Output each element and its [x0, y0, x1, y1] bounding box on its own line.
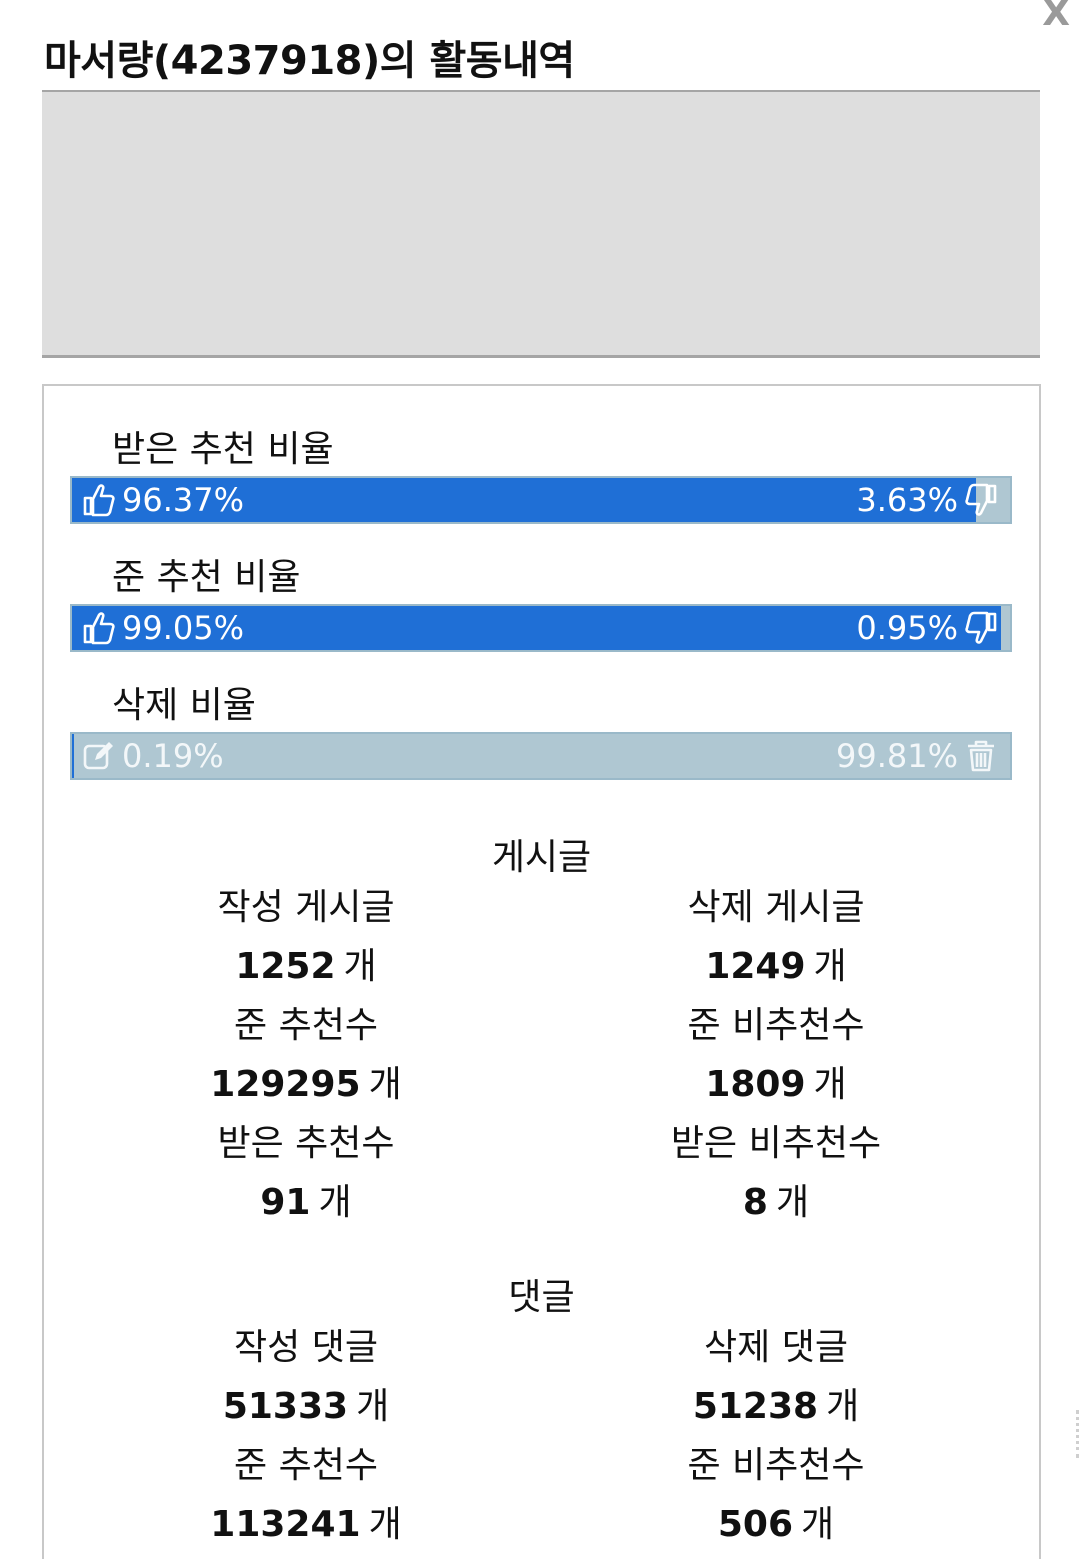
comments-section-title: 댓글	[508, 1277, 575, 1318]
delete-ratio-label: 삭제 비율	[112, 685, 256, 726]
received-recommend-ratio-label: 받은 추천 비율	[112, 429, 334, 470]
thumbs-up-icon	[82, 482, 116, 518]
edit-icon	[82, 738, 116, 774]
given-recommend-ratio-bar: 99.05% 0.95%	[70, 604, 1012, 652]
stat-received-not-recommends-posts: 받은 비추천수 8개	[670, 1123, 882, 1223]
activity-popup: X 마서량(4237918)의 활동내역 받은 추천 비율 96.37% 3.6…	[0, 0, 1080, 1559]
received-recommend-percent: 96.37%	[122, 481, 245, 519]
stat-deleted-comments: 삭제 댓글 51238 개	[692, 1327, 860, 1427]
given-not-recommend-percent: 0.95%	[856, 609, 958, 647]
stat-deleted-posts: 삭제 게시글 1249 개	[687, 887, 865, 987]
given-recommend-percent: 99.05%	[122, 609, 245, 647]
given-recommend-ratio-label: 준 추천 비율	[112, 557, 301, 598]
delete-ratio-bar: 0.19% 99.81%	[70, 732, 1012, 780]
ad-placeholder	[42, 90, 1040, 358]
stat-received-recommends-posts: 받은 추천수 91 개	[217, 1123, 395, 1223]
stat-written-comments: 작성 댓글 51333 개	[222, 1327, 390, 1427]
stat-given-not-recommends-comments: 준 비추천수 506 개	[687, 1445, 865, 1545]
thumbs-down-icon	[964, 610, 998, 646]
stat-given-not-recommends-posts: 준 비추천수 1809 개	[687, 1005, 865, 1105]
deleted-percent: 99.81%	[835, 737, 958, 775]
close-button[interactable]: X	[1042, 0, 1070, 34]
scrollbar[interactable]	[1076, 1410, 1080, 1458]
stat-written-posts: 작성 게시글 1252 개	[217, 887, 395, 987]
received-recommend-ratio-bar: 96.37% 3.63%	[70, 476, 1012, 524]
kept-percent: 0.19%	[122, 737, 224, 775]
stats-panel: 받은 추천 비율 96.37% 3.63% 준 추천 비율 99.05% 0.9…	[42, 384, 1041, 1559]
received-not-recommend-percent: 3.63%	[856, 481, 958, 519]
posts-section-title: 게시글	[491, 837, 592, 878]
thumbs-down-icon	[964, 482, 998, 518]
thumbs-up-icon	[82, 610, 116, 646]
page-title: 마서량(4237918)의 활동내역	[44, 38, 575, 84]
trash-icon	[964, 738, 998, 774]
stat-given-recommends-posts: 준 추천수 129295 개	[210, 1005, 402, 1105]
ratio-bar-fill	[72, 734, 74, 778]
stat-given-recommends-comments: 준 추천수 113241 개	[210, 1445, 402, 1545]
